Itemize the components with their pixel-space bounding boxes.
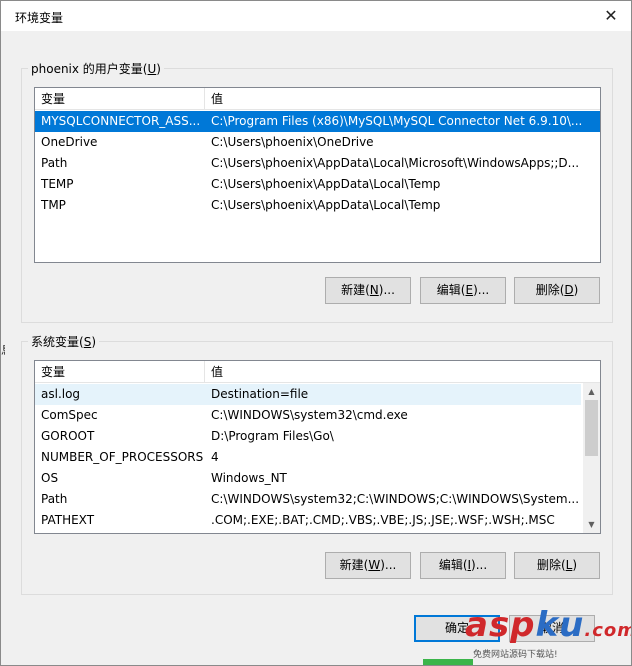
variable-name-cell: OS (41, 471, 59, 485)
system-edit-button[interactable]: 编辑(I)... (420, 552, 506, 579)
table-row[interactable]: asl.log Destination=file (35, 384, 581, 405)
variable-name-cell: asl.log (41, 387, 81, 401)
system-delete-button[interactable]: 删除(L) (514, 552, 600, 579)
title-bar: 环境变量 ✕ (1, 1, 631, 31)
system-variables-label: 系统变量(S) (28, 333, 99, 350)
user-edit-button[interactable]: 编辑(E)... (420, 277, 506, 304)
table-row[interactable]: ComSpec C:\WINDOWS\system32\cmd.exe (35, 405, 581, 426)
variable-name-cell: OneDrive (41, 135, 98, 149)
variable-value-cell: C:\Users\phoenix\AppData\Local\Temp (211, 198, 441, 212)
system-new-button[interactable]: 新建(W)... (325, 552, 411, 579)
table-row[interactable]: OS Windows_NT (35, 468, 581, 489)
variable-value-cell: .COM;.EXE;.BAT;.CMD;.VBS;.VBE;.JS;.JSE;.… (211, 513, 555, 527)
user-variables-list[interactable]: 变量 值 MYSQLCONNECTOR_ASS... C:\Program Fil… (34, 87, 601, 263)
vertical-scrollbar[interactable]: ▲ ▼ (583, 383, 600, 533)
variable-name-cell: Path (41, 156, 68, 170)
column-header-variable[interactable]: 变量 (35, 88, 205, 110)
user-variables-label: phoenix 的用户变量(U) (28, 60, 164, 77)
variable-value-cell: 4 (211, 450, 219, 464)
user-new-button[interactable]: 新建(N)... (325, 277, 411, 304)
chevron-down-icon[interactable]: ▼ (583, 516, 600, 533)
table-row[interactable]: TEMP C:\Users\phoenix\AppData\Local\Temp (35, 174, 600, 195)
column-header-value[interactable]: 值 (205, 361, 583, 383)
variable-value-cell: D:\Program Files\Go\ (211, 429, 334, 443)
edge-fragment-text: 息 (1, 341, 5, 358)
table-row[interactable]: MYSQLCONNECTOR_ASS... C:\Program Files (x… (35, 111, 600, 132)
environment-variables-dialog: 环境变量 ✕ 息 phoenix 的用户变量(U) 变量 值 MYSQLCONN… (0, 0, 632, 666)
variable-value-cell: Windows_NT (211, 471, 287, 485)
watermark-brand: aspku.com (465, 605, 632, 645)
variable-name-cell: TEMP (41, 177, 74, 191)
table-row[interactable]: PATHEXT .COM;.EXE;.BAT;.CMD;.VBS;.VBE;.JS… (35, 510, 581, 531)
system-variables-list[interactable]: 变量 值 asl.log Destination=file ComSpec C:\WI… (34, 360, 601, 534)
variable-name-cell: TMP (41, 198, 66, 212)
system-variables-group: 系统变量(S) 变量 值 asl.log Destination=file ComS… (21, 333, 613, 595)
variable-value-cell: C:\WINDOWS\system32\cmd.exe (211, 408, 408, 422)
variable-name-cell: ComSpec (41, 408, 98, 422)
table-row[interactable]: Path C:\Users\phoenix\AppData\Local\Micro… (35, 153, 600, 174)
variable-name-cell: PATHEXT (41, 513, 95, 527)
variable-name-cell: NUMBER_OF_PROCESSORS (41, 450, 204, 464)
column-header-value[interactable]: 值 (205, 88, 595, 110)
scrollbar-thumb[interactable] (585, 400, 598, 456)
table-row[interactable]: OneDrive C:\Users\phoenix\OneDrive (35, 132, 600, 153)
window-title: 环境变量 (15, 11, 64, 25)
table-row[interactable]: GOROOT D:\Program Files\Go\ (35, 426, 581, 447)
table-row[interactable]: TMP C:\Users\phoenix\AppData\Local\Temp (35, 195, 600, 216)
close-icon[interactable]: ✕ (599, 4, 623, 28)
variable-name-cell: GOROOT (41, 429, 95, 443)
variable-name-cell: Path (41, 492, 68, 506)
table-row[interactable]: Path C:\WINDOWS\system32;C:\WINDOWS;C:\WI… (35, 489, 581, 510)
variable-name-cell: MYSQLCONNECTOR_ASS... (41, 114, 201, 128)
table-row[interactable]: NUMBER_OF_PROCESSORS 4 (35, 447, 581, 468)
chevron-up-icon[interactable]: ▲ (583, 383, 600, 400)
user-delete-button[interactable]: 删除(D) (514, 277, 600, 304)
column-header-variable[interactable]: 变量 (35, 361, 205, 383)
user-variables-group: phoenix 的用户变量(U) 变量 值 MYSQLCONNECTOR_ASS… (21, 60, 613, 323)
variable-value-cell: C:\Users\phoenix\AppData\Local\Microsoft… (211, 156, 580, 170)
variable-value-cell: C:\Program Files (x86)\MySQL\MySQL Conne… (211, 114, 583, 128)
watermark-subtitle: 免费网站源码下载站! (473, 650, 558, 660)
watermark-logo: aspku.com 免费网站源码下载站! (459, 601, 632, 661)
list-header: 变量 值 (35, 361, 600, 383)
variable-value-cell: C:\Users\phoenix\AppData\Local\Temp (211, 177, 441, 191)
variable-value-cell: Destination=file (211, 387, 309, 401)
variable-value-cell: C:\WINDOWS\system32;C:\WINDOWS;C:\WINDOW… (211, 492, 580, 506)
variable-value-cell: C:\Users\phoenix\OneDrive (211, 135, 374, 149)
list-header: 变量 值 (35, 88, 600, 110)
